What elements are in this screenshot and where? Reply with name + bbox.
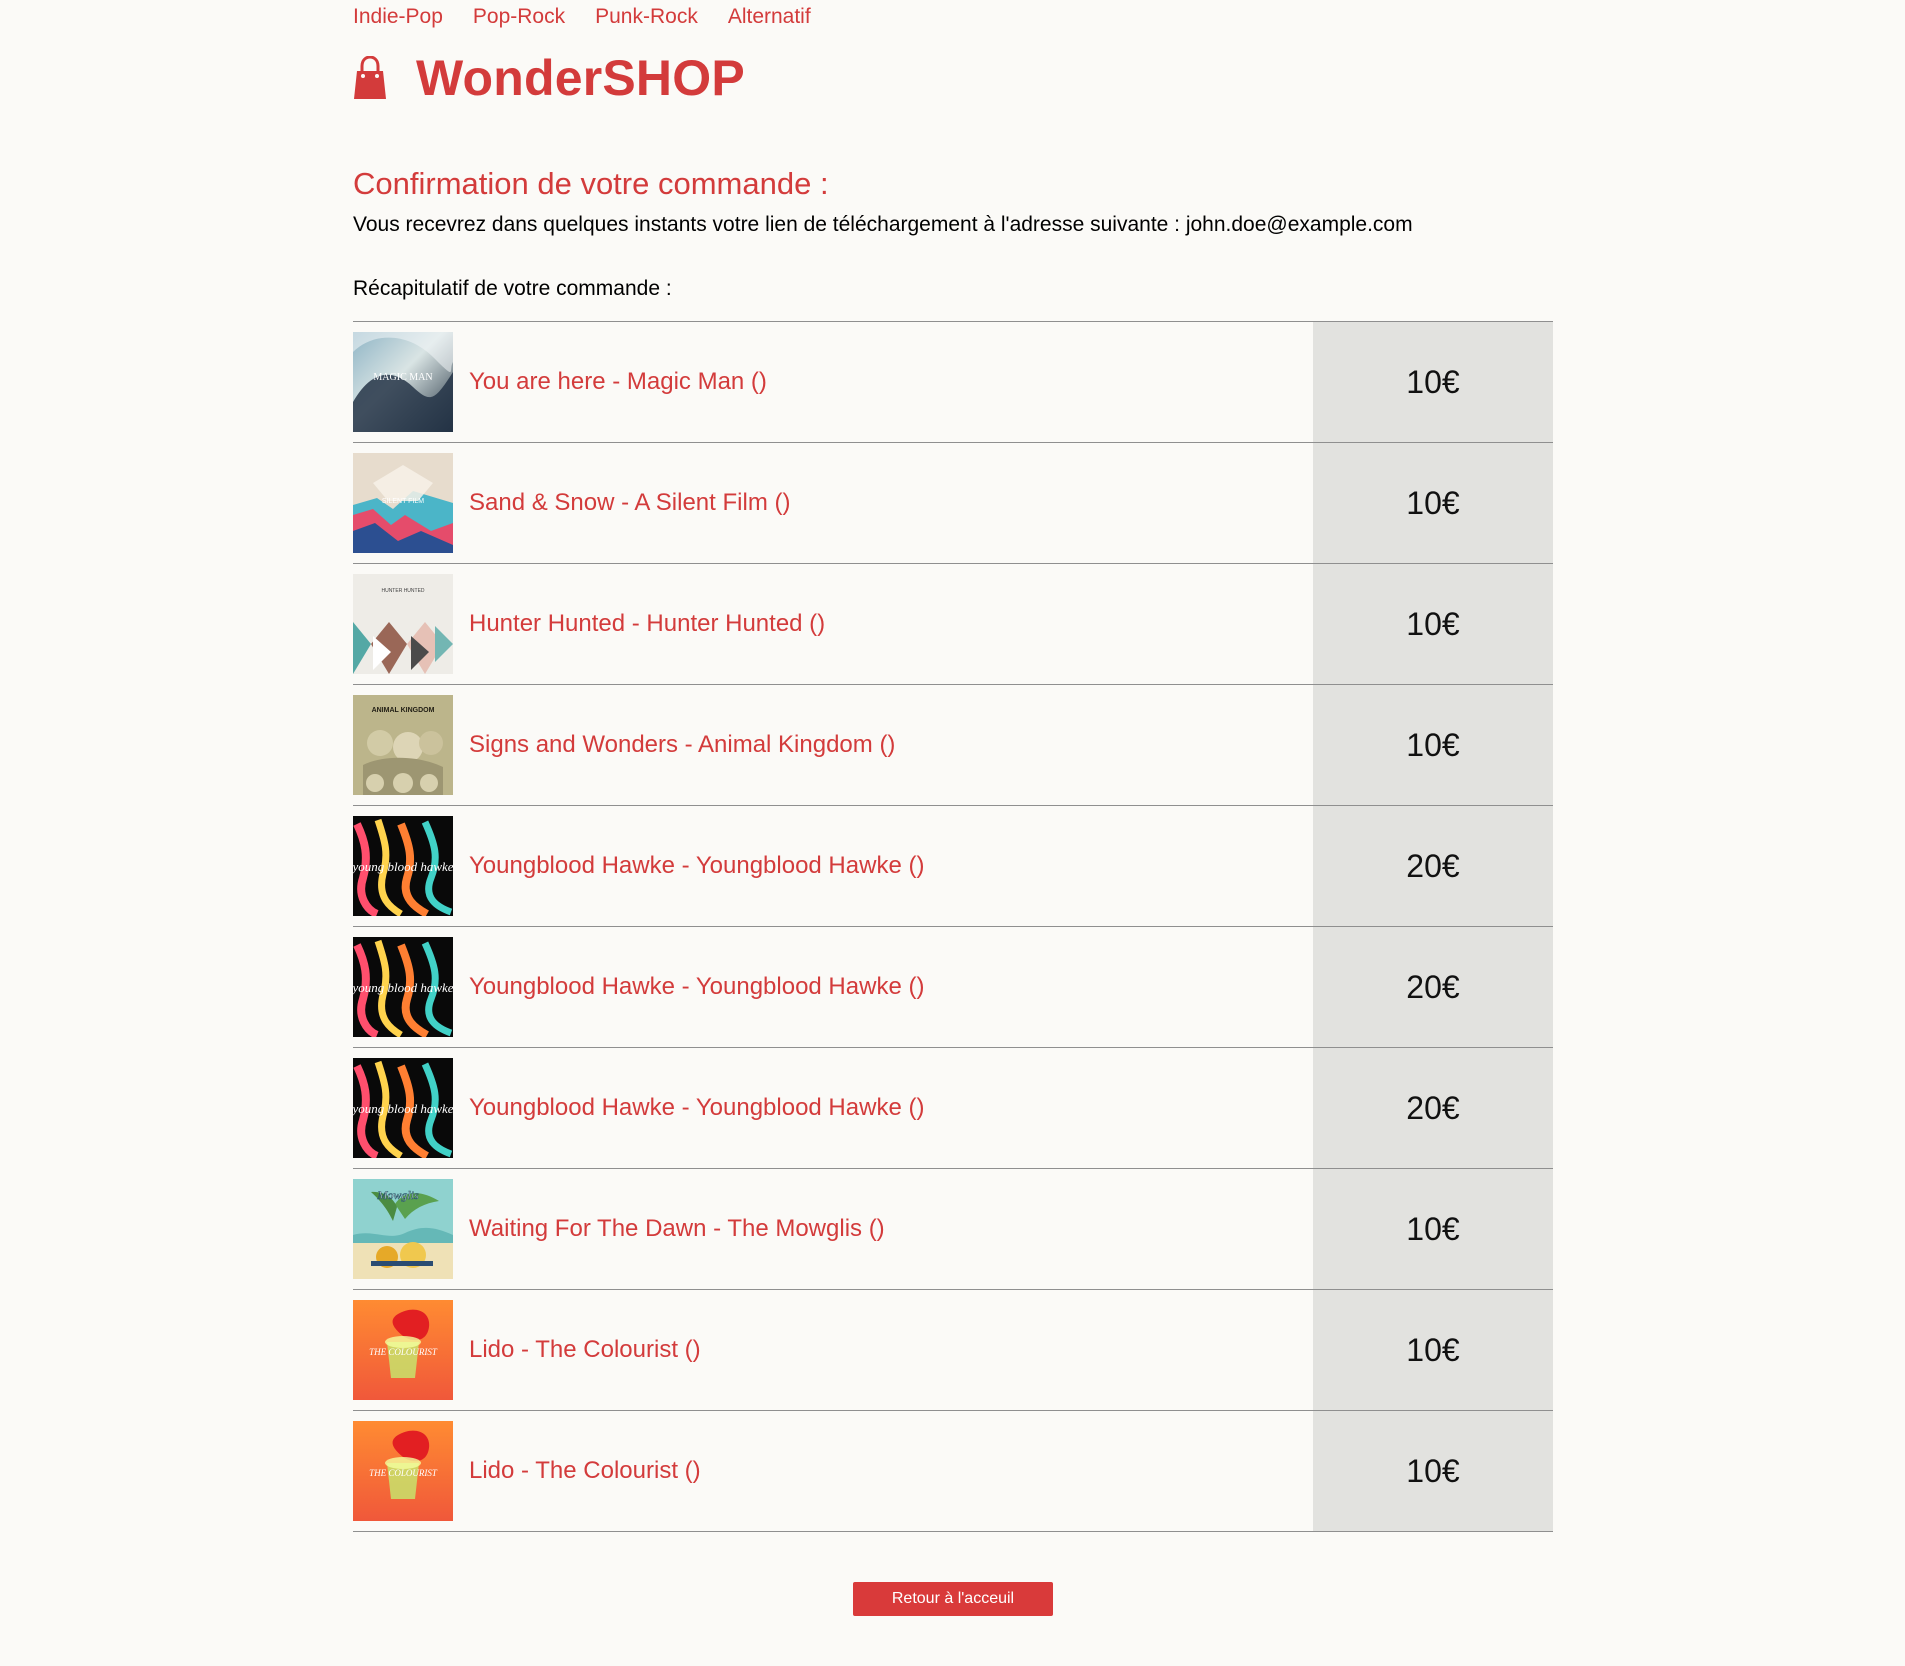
album-cover-text: young blood hawke bbox=[353, 980, 453, 995]
order-item-title[interactable]: Youngblood Hawke - Youngblood Hawke () bbox=[453, 927, 1313, 1047]
album-artwork-icon: HUNTER HUNTED bbox=[353, 574, 453, 674]
order-summary-table: MAGIC MAN You are here - Magic Man () 10… bbox=[353, 321, 1553, 1532]
order-item-price: 10€ bbox=[1313, 1290, 1553, 1410]
album-cover-text: HUNTER HUNTED bbox=[381, 588, 424, 594]
album-cover-text: young blood hawke bbox=[353, 1101, 453, 1116]
order-row: SILENT FILM Sand & Snow - A Silent Film … bbox=[353, 443, 1553, 564]
order-row: young blood hawke Youngblood Hawke - You… bbox=[353, 927, 1553, 1048]
order-item-title[interactable]: Lido - The Colourist () bbox=[453, 1411, 1313, 1531]
album-cover-youngblood-hawke[interactable]: young blood hawke bbox=[353, 1058, 453, 1158]
order-item-price: 10€ bbox=[1313, 322, 1553, 442]
genre-navigation: Indie-Pop Pop-Rock Punk-Rock Alternatif bbox=[353, 6, 811, 28]
order-item-price: 10€ bbox=[1313, 685, 1553, 805]
album-cover-text: THE COLOURIST bbox=[369, 1347, 438, 1357]
confirmation-message: Vous recevrez dans quelques instants vot… bbox=[353, 213, 1413, 236]
order-item-title[interactable]: Lido - The Colourist () bbox=[453, 1290, 1313, 1410]
order-item-price: 20€ bbox=[1313, 806, 1553, 926]
album-artwork-icon: young blood hawke bbox=[353, 937, 453, 1037]
album-cover-magic-man[interactable]: MAGIC MAN bbox=[353, 332, 453, 432]
order-item-title[interactable]: Signs and Wonders - Animal Kingdom () bbox=[453, 685, 1313, 805]
album-cover-colourist[interactable]: THE COLOURIST bbox=[353, 1421, 453, 1521]
order-item-price: 10€ bbox=[1313, 1411, 1553, 1531]
order-item-title[interactable]: Youngblood Hawke - Youngblood Hawke () bbox=[453, 1048, 1313, 1168]
order-item-price: 20€ bbox=[1313, 927, 1553, 1047]
order-row: young blood hawke Youngblood Hawke - You… bbox=[353, 1048, 1553, 1169]
album-cover-youngblood-hawke[interactable]: young blood hawke bbox=[353, 816, 453, 916]
brand-name: WonderSHOP bbox=[416, 50, 745, 106]
store-logo[interactable]: WonderSHOP bbox=[353, 48, 745, 108]
album-artwork-icon: SILENT FILM bbox=[353, 453, 453, 553]
order-row: ANIMAL KINGDOM Signs and Wonders - Anima… bbox=[353, 685, 1553, 806]
album-cover-colourist[interactable]: THE COLOURIST bbox=[353, 1300, 453, 1400]
album-artwork-icon: young blood hawke bbox=[353, 1058, 453, 1158]
order-item-title[interactable]: Youngblood Hawke - Youngblood Hawke () bbox=[453, 806, 1313, 926]
nav-link-punk-rock[interactable]: Punk-Rock bbox=[595, 6, 698, 28]
album-cover-youngblood-hawke[interactable]: young blood hawke bbox=[353, 937, 453, 1037]
album-cover-silent-film[interactable]: SILENT FILM bbox=[353, 453, 453, 553]
return-home-button[interactable]: Retour à l'acceuil bbox=[853, 1582, 1053, 1616]
album-cover-text: Mowglis bbox=[376, 1188, 419, 1202]
album-cover-text: ANIMAL KINGDOM bbox=[372, 707, 435, 714]
order-row: HUNTER HUNTED Hunter Hunted - Hunter Hun… bbox=[353, 564, 1553, 685]
album-cover-animal-kingdom[interactable]: ANIMAL KINGDOM bbox=[353, 695, 453, 795]
album-artwork-icon: MAGIC MAN bbox=[353, 332, 453, 432]
order-row: Mowglis Waiting For The Dawn - The Mowgl… bbox=[353, 1169, 1553, 1290]
album-artwork-icon: young blood hawke bbox=[353, 816, 453, 916]
album-artwork-icon: THE COLOURIST bbox=[353, 1300, 453, 1400]
order-item-price: 10€ bbox=[1313, 1169, 1553, 1289]
shopping-bag-icon bbox=[354, 56, 386, 99]
order-item-title[interactable]: You are here - Magic Man () bbox=[453, 322, 1313, 442]
album-cover-text: THE COLOURIST bbox=[369, 1468, 438, 1478]
order-item-title[interactable]: Waiting For The Dawn - The Mowglis () bbox=[453, 1169, 1313, 1289]
order-row: THE COLOURIST Lido - The Colourist () 10… bbox=[353, 1411, 1553, 1532]
nav-link-indie-pop[interactable]: Indie-Pop bbox=[353, 6, 443, 28]
nav-link-alternatif[interactable]: Alternatif bbox=[728, 6, 811, 28]
album-cover-text: MAGIC MAN bbox=[373, 372, 432, 383]
order-item-title[interactable]: Sand & Snow - A Silent Film () bbox=[453, 443, 1313, 563]
nav-link-pop-rock[interactable]: Pop-Rock bbox=[473, 6, 565, 28]
order-item-price: 20€ bbox=[1313, 1048, 1553, 1168]
order-item-price: 10€ bbox=[1313, 443, 1553, 563]
order-row: young blood hawke Youngblood Hawke - You… bbox=[353, 806, 1553, 927]
order-row: THE COLOURIST Lido - The Colourist () 10… bbox=[353, 1290, 1553, 1411]
order-summary-label: Récapitulatif de votre commande : bbox=[353, 277, 672, 300]
album-artwork-icon: THE COLOURIST bbox=[353, 1421, 453, 1521]
album-cover-mowglis[interactable]: Mowglis bbox=[353, 1179, 453, 1279]
album-cover-hunter-hunted[interactable]: HUNTER HUNTED bbox=[353, 574, 453, 674]
order-item-title[interactable]: Hunter Hunted - Hunter Hunted () bbox=[453, 564, 1313, 684]
order-item-price: 10€ bbox=[1313, 564, 1553, 684]
album-artwork-icon: Mowglis bbox=[353, 1179, 453, 1279]
order-row: MAGIC MAN You are here - Magic Man () 10… bbox=[353, 322, 1553, 443]
album-artwork-icon: ANIMAL KINGDOM bbox=[353, 695, 453, 795]
confirmation-title: Confirmation de votre commande : bbox=[353, 166, 829, 201]
album-cover-text: SILENT FILM bbox=[382, 498, 424, 505]
album-cover-text: young blood hawke bbox=[353, 859, 453, 874]
